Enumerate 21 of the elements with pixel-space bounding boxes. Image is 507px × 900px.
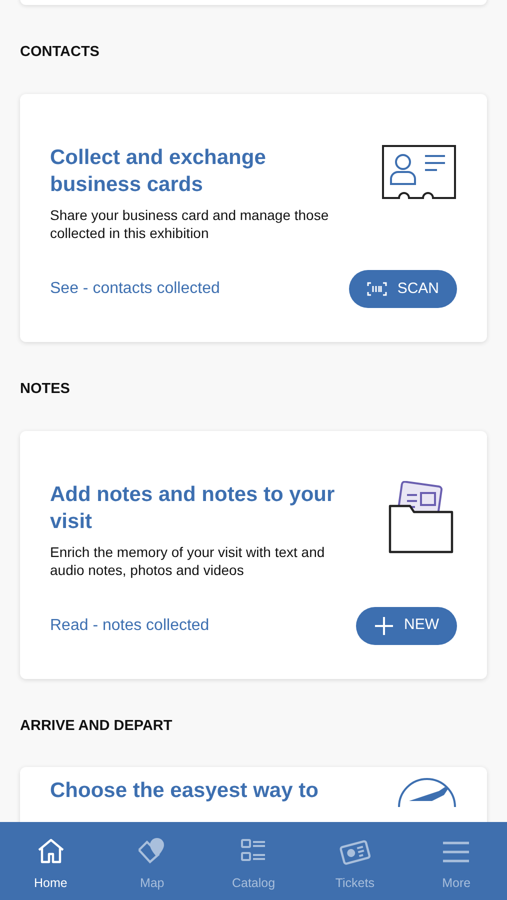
section-heading: ARRIVE AND DEPART [20, 716, 174, 736]
new-button[interactable]: NEW [356, 606, 457, 644]
card-title: Add notes and notes to your visit [50, 482, 336, 534]
tab[interactable]: Catalog [202, 822, 304, 900]
airplane-icon [397, 777, 457, 808]
section-heading: CONTACTS [20, 43, 100, 62]
card-description: Enrich the memory of your visit with text and audio notes, photos and videos [50, 542, 326, 578]
tab[interactable]: Home [0, 822, 102, 900]
card-link[interactable]: See - contacts collected [50, 276, 220, 301]
barcode-scan-icon [367, 282, 388, 296]
id-card-icon [381, 144, 457, 200]
section-heading: NOTES [20, 380, 71, 399]
tab[interactable]: More [406, 822, 507, 900]
plus-icon [374, 616, 394, 636]
card-title: Collect and exchange business cards [50, 144, 267, 198]
scan-button[interactable]: SCAN [349, 270, 457, 308]
card-description: Share your business card and manage those collected in this exhibition [50, 206, 330, 242]
tab[interactable]: Tickets [304, 822, 406, 900]
card-title: Choose the easyest way to [50, 778, 318, 804]
card-link[interactable]: Read - notes collected [50, 614, 210, 638]
tab[interactable]: Map [101, 822, 203, 900]
